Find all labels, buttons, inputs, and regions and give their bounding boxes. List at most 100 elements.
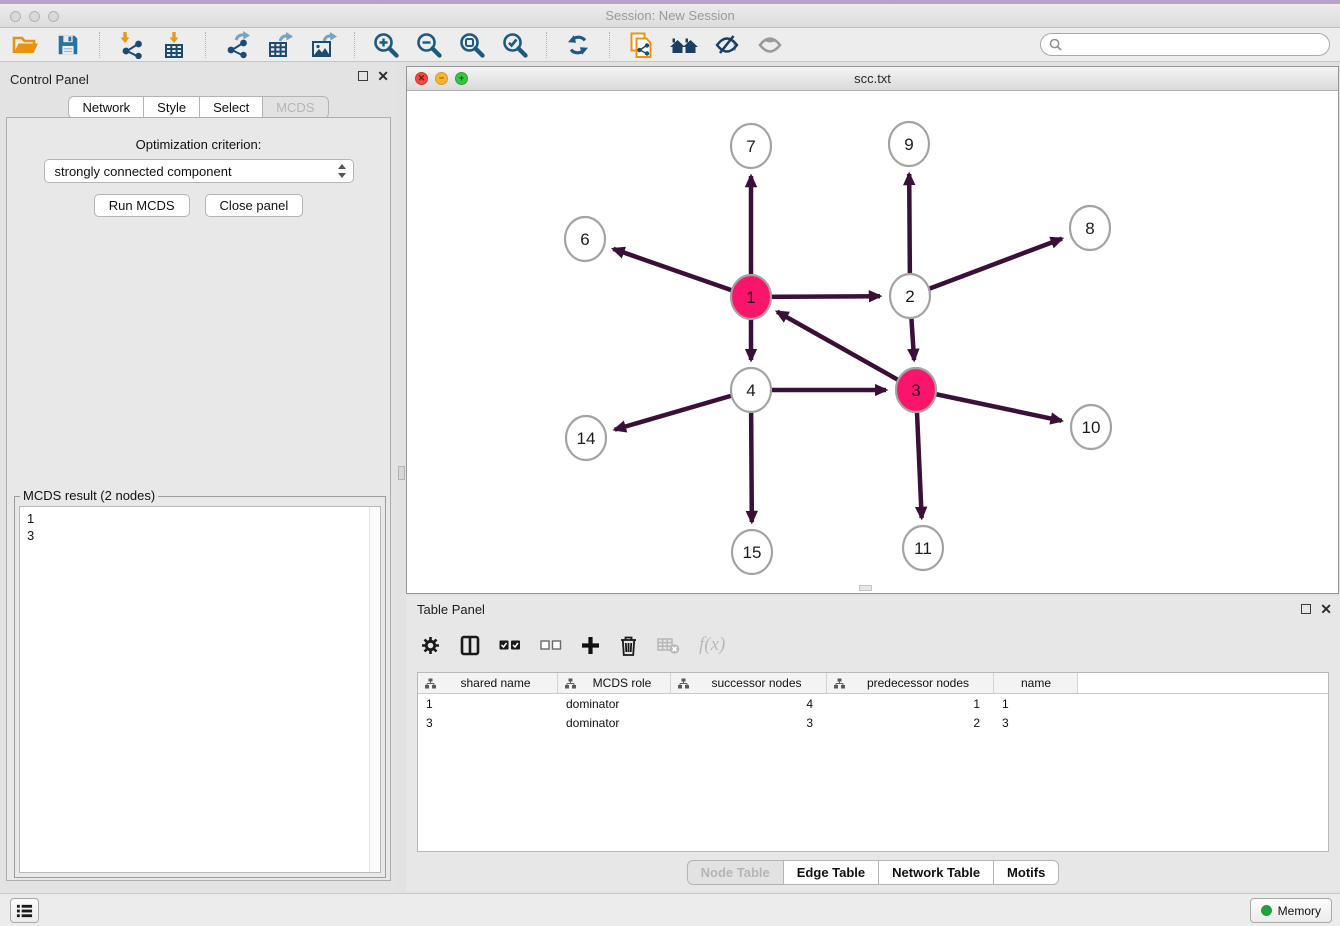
node-11[interactable]: 11 [903,526,943,570]
tab-style[interactable]: Style [143,96,200,119]
deselect-all-columns-button[interactable] [540,639,562,651]
panel-splitter-handle[interactable] [398,466,405,480]
node-8[interactable]: 8 [1070,206,1110,250]
zoom-out-button[interactable] [414,30,444,60]
node-3[interactable]: 3 [896,368,936,412]
tab-select[interactable]: Select [199,96,263,119]
window-titlebar: Session: New Session [0,4,1340,28]
node-10[interactable]: 10 [1071,405,1111,449]
column-label: MCDS role [593,676,652,690]
node-1[interactable]: 1 [731,275,771,319]
export-image-button[interactable] [308,30,338,60]
float-table-panel-icon[interactable] [1301,604,1311,614]
network-canvas[interactable]: 7 9 6 8 1 2 4 3 14 10 15 11 [407,91,1338,592]
toolbar-separator [354,32,355,58]
node-label: 3 [911,381,920,400]
tab-network-table[interactable]: Network Table [878,860,994,885]
close-panel-icon[interactable]: ✕ [377,71,389,81]
table-settings-button[interactable] [420,635,441,656]
column-label: shared name [460,676,530,690]
zoom-in-icon [372,31,400,59]
column-header-name[interactable]: name [994,673,1078,693]
mcds-result-list[interactable]: 1 3 [19,506,381,873]
search-input[interactable] [1067,38,1321,52]
tab-motifs[interactable]: Motifs [993,860,1059,885]
node-label: 2 [905,287,914,306]
column-layout-button[interactable] [460,635,480,656]
function-builder-button[interactable]: f(x) [699,634,725,656]
import-table-icon [160,31,188,59]
task-history-button[interactable] [10,898,39,923]
result-scrollbar[interactable] [369,507,380,872]
node-14[interactable]: 14 [566,416,606,460]
select-all-columns-button[interactable] [499,639,521,651]
tab-network[interactable]: Network [68,96,144,119]
zoom-selected-button[interactable] [500,30,530,60]
node-15[interactable]: 15 [732,530,772,574]
tree-icon [678,678,689,689]
search-field[interactable] [1040,33,1330,56]
node-9[interactable]: 9 [889,122,929,166]
export-table-button[interactable] [265,30,295,60]
table-cell: 1 [418,697,558,713]
save-session-button[interactable] [53,30,83,60]
control-panel-title: Control Panel [10,72,89,87]
zoom-fit-button[interactable] [457,30,487,60]
tree-icon [834,678,845,689]
node-label: 1 [746,288,755,307]
eye-icon [756,31,784,59]
table-row[interactable]: 3dominator323 [418,716,1328,732]
clone-network-button[interactable] [626,30,656,60]
node-4[interactable]: 4 [731,368,771,412]
import-network-button[interactable] [116,30,146,60]
node-7[interactable]: 7 [731,124,771,168]
tab-edge-table[interactable]: Edge Table [783,860,879,885]
status-bar: Memory [0,893,1340,926]
close-panel-button[interactable]: Close panel [205,194,304,217]
gear-icon [420,635,441,656]
canvas-resize-handle[interactable] [859,585,872,591]
node-label: 15 [743,543,762,562]
delete-column-button[interactable] [619,635,638,656]
zoom-fit-icon [458,31,486,59]
tab-node-table[interactable]: Node Table [687,860,784,885]
export-table-icon [266,31,294,59]
run-mcds-button[interactable]: Run MCDS [94,194,190,217]
memory-button[interactable]: Memory [1250,898,1332,923]
control-panel: Control Panel ✕ Network Style Select MCD… [0,63,397,893]
column-header-successor-nodes[interactable]: successor nodes [671,673,827,693]
open-session-button[interactable] [10,30,40,60]
network-window-titlebar[interactable]: ✕ − + scc.txt [407,67,1338,91]
table-cell: 3 [671,716,827,732]
export-network-button[interactable] [222,30,252,60]
edge-3-1[interactable] [777,312,916,390]
delete-table-button[interactable] [657,635,680,655]
hide-selected-button[interactable] [712,30,742,60]
show-all-button[interactable] [755,30,785,60]
import-table-button[interactable] [159,30,189,60]
create-column-button[interactable] [581,636,600,655]
refresh-view-button[interactable] [563,30,593,60]
column-header-shared-name[interactable]: shared name [418,673,558,693]
table-panel-title: Table Panel [417,602,485,617]
tree-icon [565,678,576,689]
edge-1-6[interactable] [613,249,751,297]
column-header-MCDS-role[interactable]: MCDS role [558,673,671,693]
column-header-predecessor-nodes[interactable]: predecessor nodes [827,673,994,693]
node-6[interactable]: 6 [565,217,605,261]
table-row[interactable]: 1dominator411 [418,697,1328,713]
trash-icon [619,635,638,656]
node-label: 8 [1085,219,1094,238]
edge-2-8[interactable] [910,239,1062,296]
float-panel-icon[interactable] [358,71,368,81]
zoom-in-button[interactable] [371,30,401,60]
folder-open-icon [11,31,39,59]
tab-mcds[interactable]: MCDS [262,96,328,119]
node-2[interactable]: 2 [890,274,930,318]
first-neighbors-button[interactable] [669,30,699,60]
criterion-dropdown[interactable]: strongly connected component [44,159,354,183]
edge-3-10[interactable] [916,390,1062,421]
node-label: 9 [904,135,913,154]
close-table-panel-icon[interactable]: ✕ [1320,604,1332,614]
export-network-icon [223,31,251,59]
